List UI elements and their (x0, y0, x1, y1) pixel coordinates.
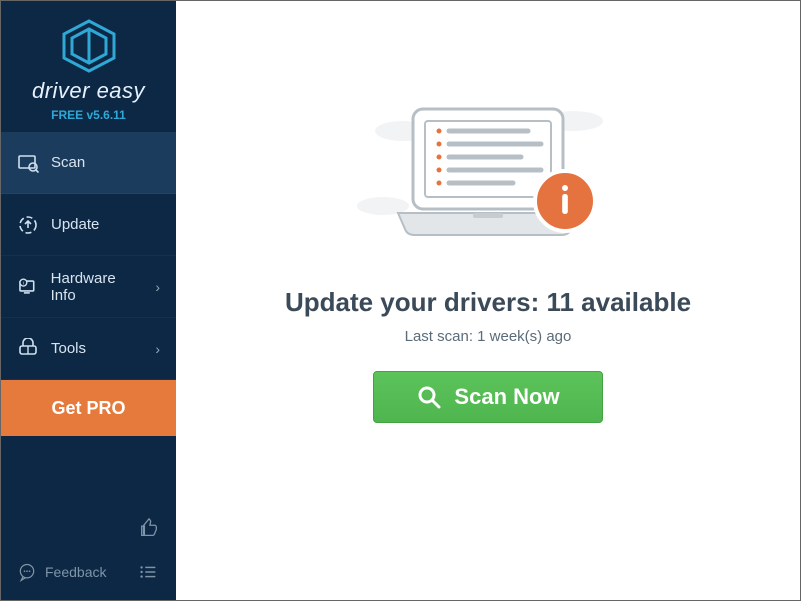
sidebar-item-hardware-info[interactable]: i Hardware Info › (1, 256, 176, 318)
svg-text:i: i (23, 280, 24, 286)
magnifier-icon (416, 384, 442, 410)
list-icon (137, 561, 159, 583)
chevron-right-icon: › (155, 341, 160, 357)
get-pro-label: Get PRO (51, 398, 125, 419)
sidebar-item-tools[interactable]: Tools › (1, 318, 176, 380)
app-logo-icon (59, 19, 119, 73)
sidebar: driver easy FREE v5.6.11 Scan Update (1, 1, 176, 600)
sidebar-item-label: Tools (51, 340, 86, 357)
sidebar-bottom: Feedback (1, 548, 176, 600)
sidebar-item-scan[interactable]: Scan (1, 132, 176, 194)
chat-icon (17, 562, 37, 582)
scan-now-label: Scan Now (454, 384, 559, 410)
app-window: driver easy FREE v5.6.11 Scan Update (0, 0, 801, 601)
illustration (176, 91, 800, 261)
get-pro-button[interactable]: Get PRO (1, 380, 176, 436)
tools-icon (17, 338, 39, 360)
chevron-right-icon: › (155, 279, 160, 295)
sidebar-item-update[interactable]: Update (1, 194, 176, 256)
sidebar-item-label: Scan (51, 154, 85, 171)
feedback-button[interactable]: Feedback (17, 562, 106, 582)
hardware-info-icon: i (17, 276, 39, 298)
scan-now-button[interactable]: Scan Now (373, 371, 603, 423)
feedback-label: Feedback (45, 564, 106, 580)
main-panel: Update your drivers: 11 available Last s… (176, 1, 800, 600)
app-version: FREE v5.6.11 (1, 108, 176, 122)
sidebar-thumbs-row (1, 517, 176, 548)
app-name: driver easy (1, 78, 176, 104)
sidebar-nav: Scan Update i Hardware Info › (1, 132, 176, 436)
brand-block: driver easy FREE v5.6.11 (1, 1, 176, 132)
sidebar-item-label: Update (51, 216, 99, 233)
sidebar-spacer (1, 436, 176, 517)
last-scan-text: Last scan: 1 week(s) ago (176, 328, 800, 345)
headline-text: Update your drivers: 11 available (176, 287, 800, 318)
menu-list-button[interactable] (136, 560, 160, 584)
update-icon (17, 214, 39, 236)
thumbs-up-icon (138, 517, 160, 539)
scan-icon (17, 152, 39, 174)
laptop-info-illustration-icon (343, 91, 633, 261)
thumbs-up-button[interactable] (138, 517, 160, 544)
sidebar-item-label: Hardware Info (51, 270, 144, 304)
